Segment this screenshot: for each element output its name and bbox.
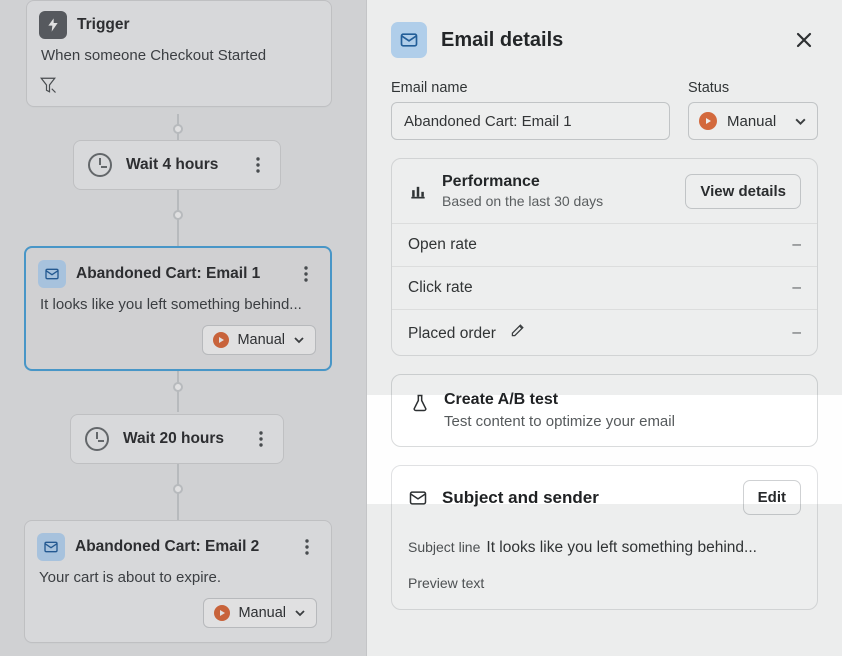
status-label: Status: [688, 80, 818, 96]
email-card-title: Abandoned Cart: Email 2: [75, 538, 259, 556]
close-button[interactable]: [790, 26, 818, 54]
email-preview-text: Your cart is about to expire.: [25, 565, 331, 598]
wait-label: Wait 20 hours: [123, 430, 249, 448]
bar-chart-icon: [408, 181, 428, 201]
ab-test-title: Create A/B test: [444, 391, 675, 409]
clock-icon: [88, 153, 112, 177]
email-details-panel: Email details Email name Status Manual P…: [367, 0, 842, 656]
flow-node-dot: [173, 484, 183, 494]
metric-row: Open rate –: [392, 223, 817, 266]
flask-icon: [410, 391, 430, 413]
email-icon: [408, 488, 428, 508]
flow-node-dot: [173, 382, 183, 392]
performance-title: Performance: [442, 173, 671, 191]
create-ab-test-card[interactable]: Create A/B test Test content to optimize…: [391, 374, 818, 447]
status-value: Manual: [727, 113, 776, 130]
status-icon: [699, 112, 717, 130]
metric-label: Open rate: [408, 236, 477, 254]
ab-test-subtitle: Test content to optimize your email: [444, 413, 675, 430]
metric-value: –: [792, 324, 801, 342]
status-dropdown[interactable]: Manual: [688, 102, 818, 140]
trigger-body: When someone Checkout Started: [27, 43, 331, 76]
email-card-1[interactable]: Abandoned Cart: Email 1 It looks like yo…: [24, 246, 332, 371]
email-icon: [37, 533, 65, 561]
flow-node-dot: [173, 124, 183, 134]
metric-value: –: [792, 236, 801, 254]
more-menu-button[interactable]: [295, 535, 319, 559]
subject-line-value: It looks like you left something behind.…: [486, 539, 757, 557]
trigger-card[interactable]: Trigger When someone Checkout Started: [26, 0, 332, 107]
status-chip[interactable]: Manual: [203, 598, 317, 628]
more-menu-button[interactable]: [294, 262, 318, 286]
metric-label: Placed order: [408, 325, 496, 342]
email-name-label: Email name: [391, 80, 670, 96]
email-name-input[interactable]: [391, 102, 670, 140]
performance-subtitle: Based on the last 30 days: [442, 193, 671, 209]
email-preview-text: It looks like you left something behind.…: [26, 292, 330, 325]
email-card-2[interactable]: Abandoned Cart: Email 2 Your cart is abo…: [24, 520, 332, 643]
status-icon: [214, 605, 230, 621]
trigger-title: Trigger: [77, 16, 130, 34]
edit-metric-icon[interactable]: [510, 322, 526, 338]
performance-card: Performance Based on the last 30 days Vi…: [391, 158, 818, 356]
more-menu-button[interactable]: [246, 153, 270, 177]
status-chip-label: Manual: [238, 605, 286, 621]
email-card-title: Abandoned Cart: Email 1: [76, 265, 260, 283]
cursor-filter-icon: [39, 76, 59, 96]
metric-label: Click rate: [408, 279, 473, 297]
subject-sender-card: Subject and sender Edit Subject line It …: [391, 465, 818, 610]
status-chip[interactable]: Manual: [202, 325, 316, 355]
flow-node-dot: [173, 210, 183, 220]
status-chip-label: Manual: [237, 332, 285, 348]
metric-row: Placed order –: [392, 309, 817, 355]
subject-line-label: Subject line: [408, 539, 480, 555]
panel-title: Email details: [441, 29, 776, 52]
wait-label: Wait 4 hours: [126, 156, 246, 174]
metric-row: Click rate –: [392, 266, 817, 309]
flow-canvas[interactable]: Trigger When someone Checkout Started Wa…: [0, 0, 367, 656]
email-icon: [38, 260, 66, 288]
wait-card-2[interactable]: Wait 20 hours: [70, 414, 284, 464]
status-icon: [213, 332, 229, 348]
edit-subject-button[interactable]: Edit: [743, 480, 801, 515]
clock-icon: [85, 427, 109, 451]
more-menu-button[interactable]: [249, 427, 273, 451]
wait-card-1[interactable]: Wait 4 hours: [73, 140, 281, 190]
subject-sender-heading: Subject and sender: [442, 488, 729, 508]
metric-value: –: [792, 279, 801, 297]
email-icon: [391, 22, 427, 58]
preview-text-label: Preview text: [408, 575, 484, 591]
lightning-icon: [39, 11, 67, 39]
view-details-button[interactable]: View details: [685, 174, 801, 209]
